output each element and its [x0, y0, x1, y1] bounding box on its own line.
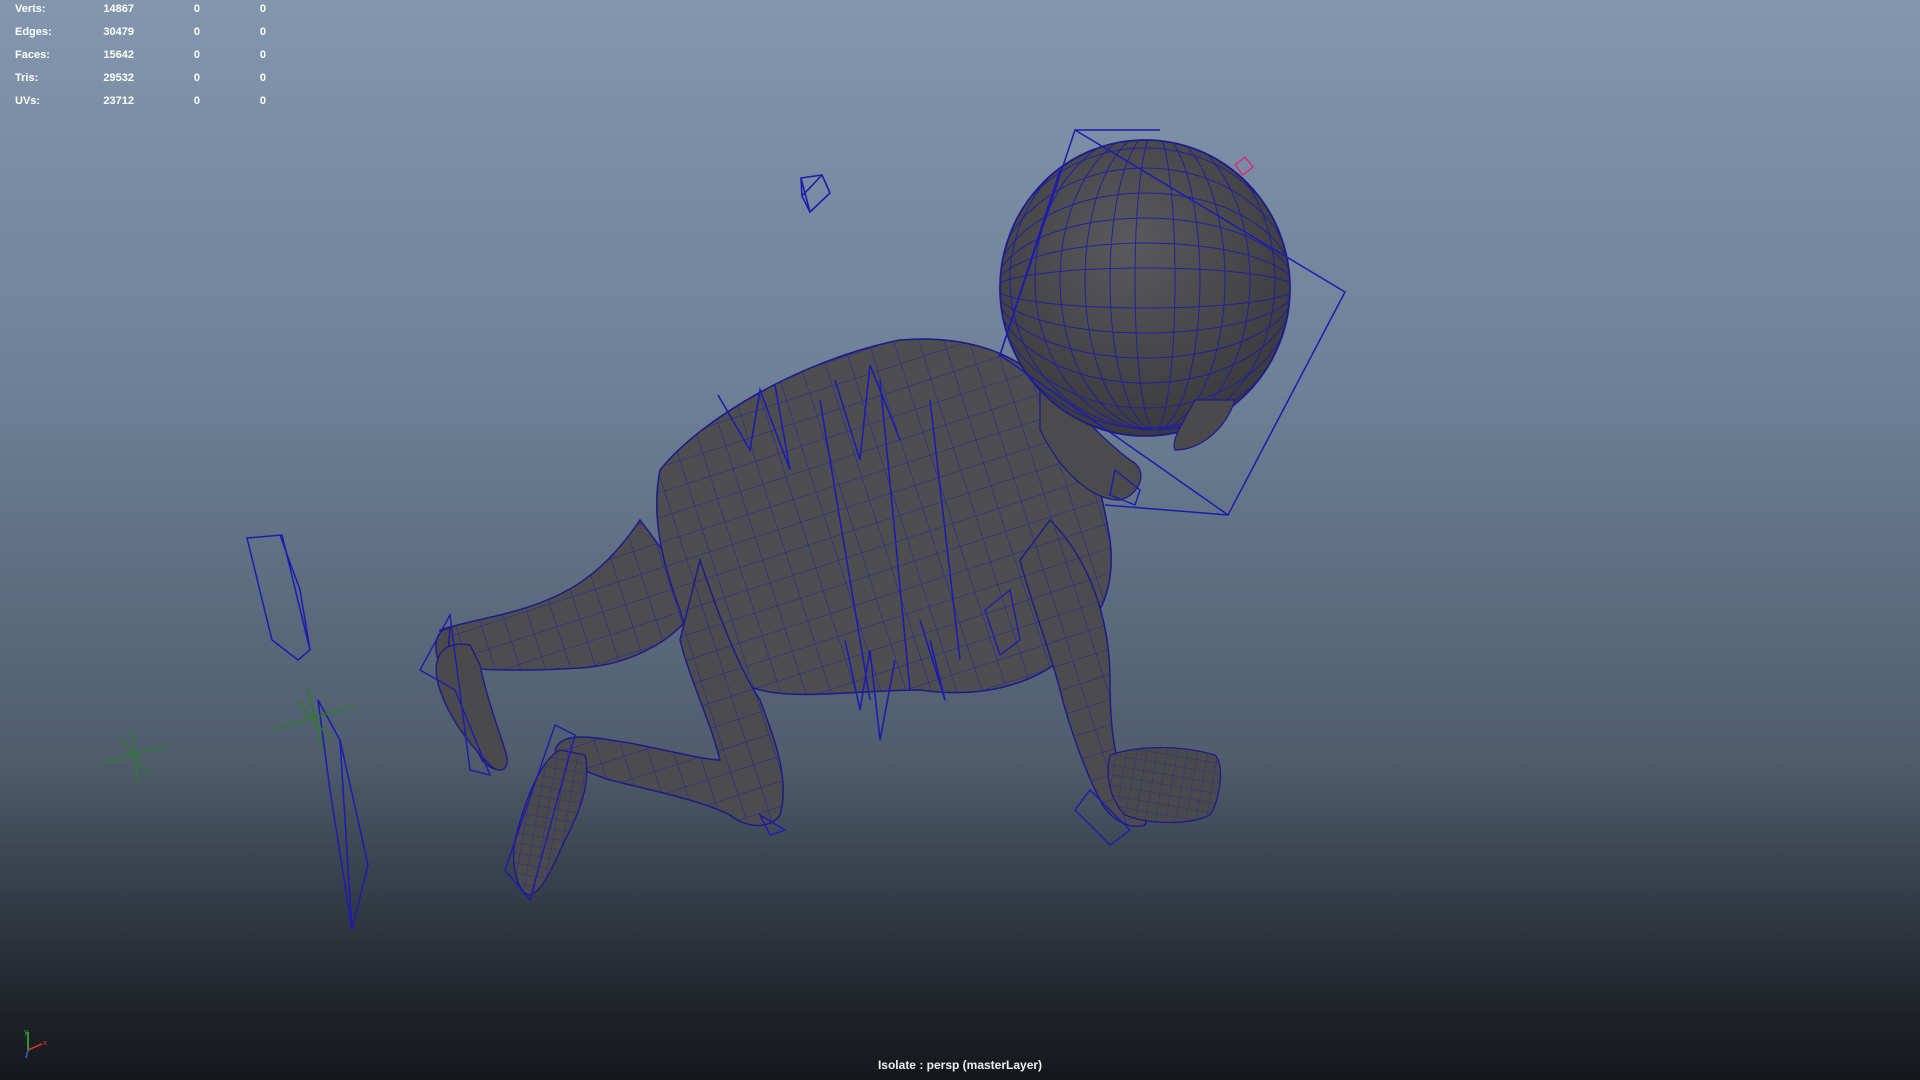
hud-label: UVs: — [15, 95, 41, 107]
hud-selected: 0 — [193, 26, 200, 38]
hud-row-faces: Faces: 15642 0 0 — [0, 46, 290, 68]
hud-label: Edges: — [15, 26, 52, 38]
svg-text:y: y — [24, 1028, 28, 1036]
hud-label: Verts: — [15, 3, 46, 15]
hud-selected: 0 — [193, 49, 200, 61]
hud-label: Tris: — [15, 72, 39, 84]
hud-total: 30479 — [103, 26, 134, 38]
hud-component: 0 — [259, 72, 266, 84]
ik-pole-controls[interactable] — [246, 534, 369, 931]
hud-row-verts: Verts: 14867 0 0 — [0, 0, 290, 22]
hud-selected: 0 — [193, 3, 200, 15]
hud-selected: 0 — [193, 72, 200, 84]
hud-component: 0 — [259, 95, 266, 107]
hud-total: 29532 — [103, 72, 134, 84]
hud-row-uvs: UVs: 23712 0 0 — [0, 92, 290, 114]
hud-total: 23712 — [103, 95, 134, 107]
hud-component: 0 — [259, 49, 266, 61]
hud-row-edges: Edges: 30479 0 0 — [0, 23, 290, 45]
hud-selected: 0 — [193, 95, 200, 107]
view-axis-icon: y x — [18, 1028, 52, 1062]
hud-row-tris: Tris: 29532 0 0 — [0, 69, 290, 91]
hud-component: 0 — [259, 3, 266, 15]
perspective-viewport[interactable] — [0, 0, 1920, 1080]
hud-total: 14867 — [103, 3, 134, 15]
hud-total: 15642 — [103, 49, 134, 61]
camera-label: Isolate : persp (masterLayer) — [877, 1058, 1043, 1072]
locators[interactable] — [97, 687, 356, 784]
svg-text:x: x — [43, 1039, 47, 1047]
hud-label: Faces: — [15, 49, 50, 61]
hud-component: 0 — [259, 26, 266, 38]
camera-icon[interactable] — [800, 174, 831, 214]
